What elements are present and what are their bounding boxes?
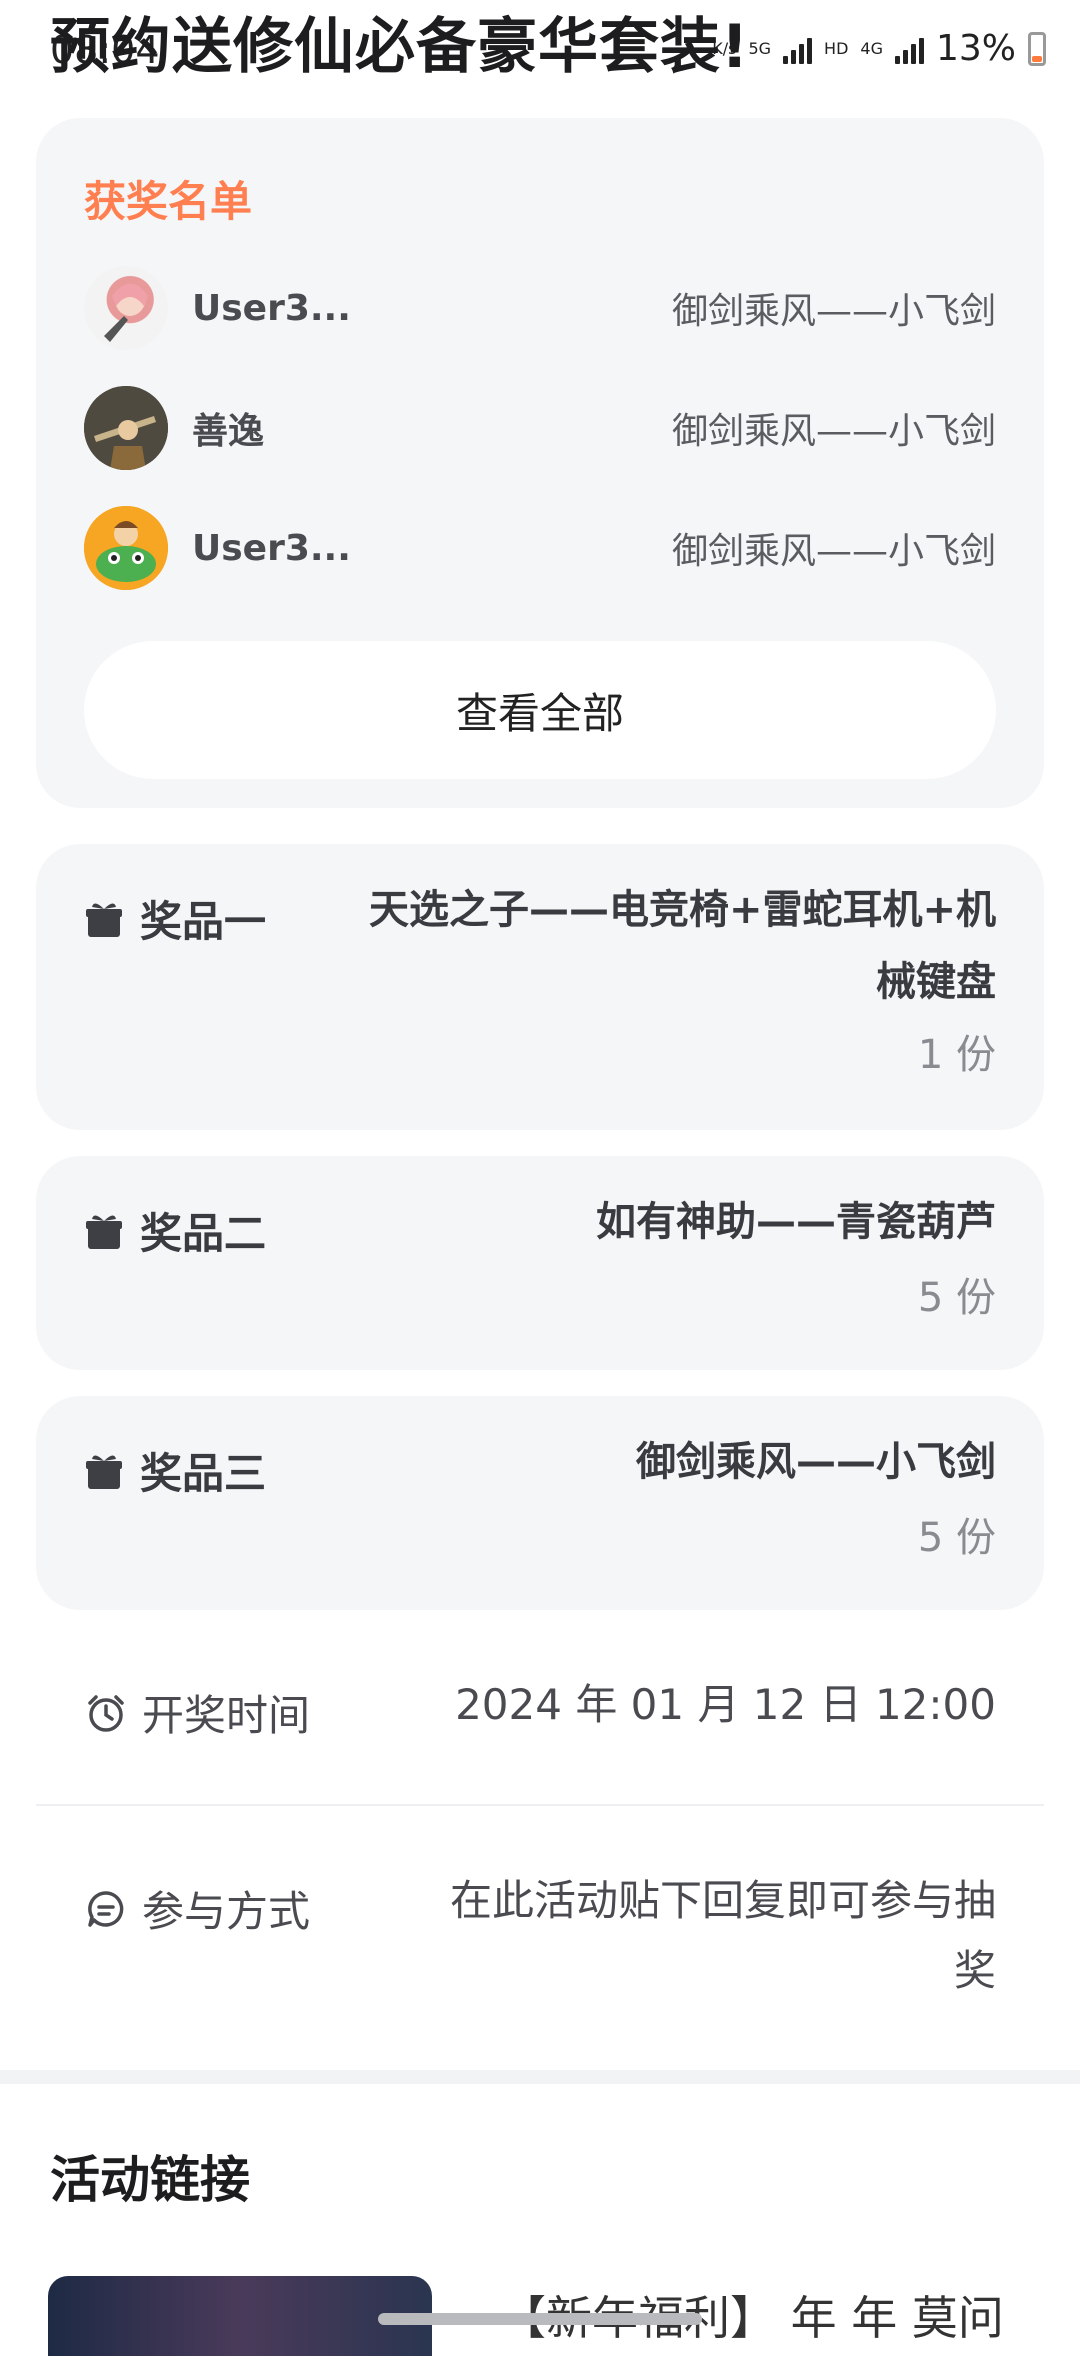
home-indicator[interactable] bbox=[378, 2313, 702, 2325]
anime-girl-avatar-icon bbox=[104, 284, 148, 342]
winner-prize: 御剑乘风——小飞剑 bbox=[671, 531, 996, 572]
avatar[interactable] bbox=[84, 506, 168, 590]
prize-card-2: 奖品二 如有神助——青瓷葫芦 5 份 bbox=[36, 1156, 1044, 1370]
view-all-button[interactable]: 查看全部 bbox=[84, 641, 996, 779]
winner-row[interactable]: User3... 御剑乘风——小飞剑 bbox=[84, 506, 996, 590]
activity-links-title: 活动链接 bbox=[50, 2151, 250, 2209]
winner-name: 善逸 bbox=[192, 411, 265, 452]
prize-label: 奖品一 bbox=[140, 897, 267, 946]
prize-name: 御剑乘风——小飞剑 bbox=[636, 1439, 996, 1485]
winners-card: 获奖名单 User3... 御剑乘风——小飞剑 善逸 御剑乘风——小飞剑 Use… bbox=[36, 118, 1044, 808]
net-4g-label: 4G bbox=[860, 38, 883, 58]
gift-icon bbox=[86, 902, 122, 937]
avatar[interactable] bbox=[84, 266, 168, 350]
activity-link-thumbnail[interactable] bbox=[48, 2276, 432, 2356]
prize-count: 5 份 bbox=[917, 1515, 996, 1561]
prize-count: 5 份 bbox=[917, 1275, 996, 1321]
prize-name: 天选之子——电竞椅+雷蛇耳机+机械键盘 bbox=[368, 887, 996, 1005]
chat-bubble-icon bbox=[88, 1890, 124, 1927]
winner-name: User3... bbox=[192, 287, 351, 329]
cartoon-creature-avatar-icon bbox=[84, 506, 168, 590]
battery-icon bbox=[1028, 31, 1046, 66]
gift-icon bbox=[86, 1214, 122, 1249]
section-divider bbox=[0, 2070, 1080, 2084]
prize-label: 奖品三 bbox=[140, 1449, 267, 1498]
signal-icon bbox=[783, 34, 813, 64]
net-5g-label: 5G bbox=[748, 38, 772, 58]
alarm-clock-icon bbox=[88, 1694, 124, 1732]
prize-label: 奖品二 bbox=[140, 1209, 267, 1258]
hd-label: HD bbox=[824, 38, 849, 58]
page-title: 预约送修仙必备豪华套装! bbox=[50, 12, 750, 82]
battery-percent: 13% bbox=[935, 28, 1016, 69]
divider bbox=[36, 1804, 1044, 1806]
draw-time-value: 2024 年 01 月 12 日 12:00 bbox=[455, 1680, 996, 1729]
prize-name: 如有神助——青瓷葫芦 bbox=[596, 1199, 996, 1245]
draw-time-row: 开奖时间 2024 年 01 月 12 日 12:00 bbox=[84, 1680, 996, 1743]
prize-card-1: 奖品一 天选之子——电竞椅+雷蛇耳机+机械键盘 1 份 bbox=[36, 844, 1044, 1130]
winner-row[interactable]: User3... 御剑乘风——小飞剑 bbox=[84, 266, 996, 350]
winner-row[interactable]: 善逸 御剑乘风——小飞剑 bbox=[84, 386, 996, 470]
participation-row: 参与方式 在此活动贴下回复即可参与抽奖 bbox=[84, 1876, 996, 2006]
participation-label: 参与方式 bbox=[142, 1887, 311, 1936]
draw-time-label: 开奖时间 bbox=[142, 1691, 311, 1740]
prize-card-3: 奖品三 御剑乘风——小飞剑 5 份 bbox=[36, 1396, 1044, 1610]
participation-value: 在此活动贴下回复即可参与抽奖 bbox=[449, 1876, 996, 1995]
signal-icon-2 bbox=[894, 34, 924, 64]
winner-prize: 御剑乘风——小飞剑 bbox=[671, 411, 996, 452]
status-indicators: K/s 5G HD 4G 13% bbox=[712, 28, 1046, 69]
prize-count: 1 份 bbox=[917, 1032, 996, 1078]
winner-name: User3... bbox=[192, 527, 351, 569]
winners-title: 获奖名单 bbox=[84, 177, 253, 226]
winner-prize: 御剑乘风——小飞剑 bbox=[671, 291, 996, 332]
swordsman-avatar-icon bbox=[84, 386, 168, 470]
avatar[interactable] bbox=[84, 386, 168, 470]
gift-icon bbox=[86, 1454, 122, 1489]
